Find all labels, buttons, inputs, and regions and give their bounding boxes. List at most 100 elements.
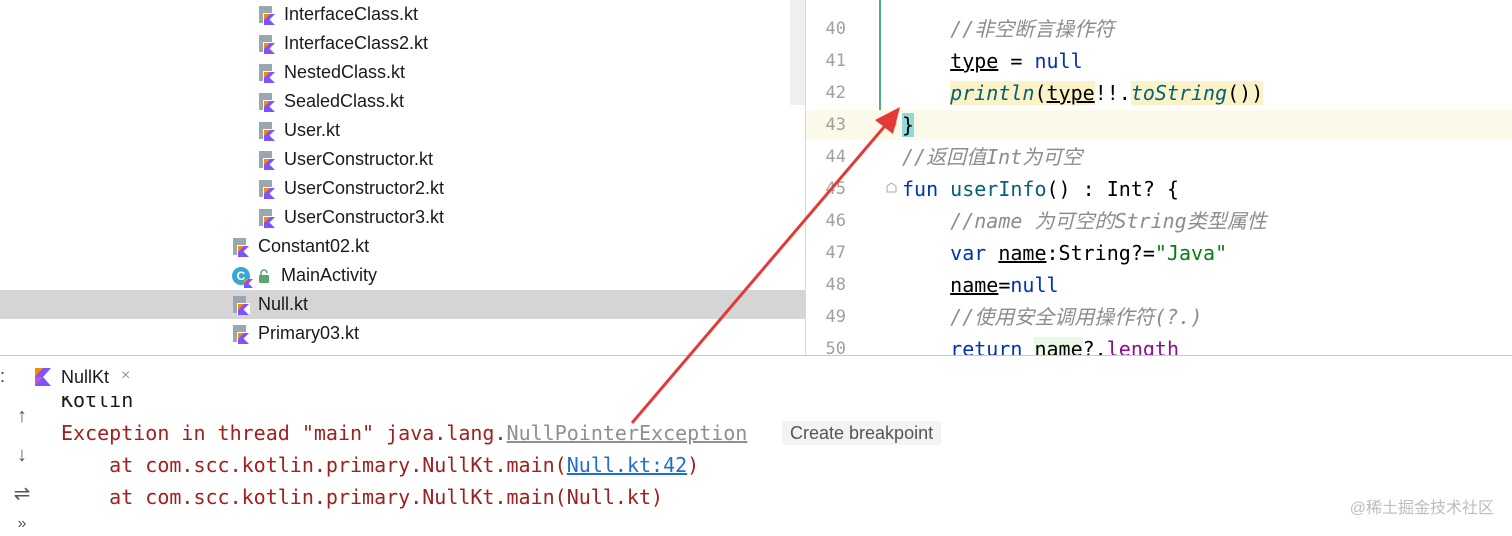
- console-line-exception: Exception in thread "main" java.lang.Nul…: [61, 417, 747, 449]
- fold-start-icon[interactable]: [886, 182, 897, 193]
- code-brace: }: [902, 113, 915, 137]
- console-text: at com.scc.kotlin.primary.NullKt.main(: [61, 453, 567, 477]
- code-line-47: var name:String?="Java": [902, 237, 1227, 269]
- tree-item-user[interactable]: User.kt: [0, 116, 805, 145]
- tree-item-label: MainActivity: [281, 265, 378, 285]
- code-keyword: null: [1010, 273, 1059, 297]
- tree-item-userconstructor3[interactable]: UserConstructor3.kt: [0, 203, 805, 232]
- tree-item-userconstructor[interactable]: UserConstructor.kt: [0, 145, 805, 174]
- code-line-42: println(type!!.toString()): [902, 77, 1264, 109]
- project-tree: InterfaceClass.kt InterfaceClass2.kt Nes…: [0, 0, 805, 356]
- arrow-down-icon[interactable]: ↓: [10, 443, 34, 467]
- code-keyword: fun: [902, 177, 939, 201]
- console-text: ): [687, 453, 700, 477]
- code-property: length: [1106, 337, 1179, 356]
- console-text: Exception in thread "main" java.lang.: [61, 421, 507, 445]
- code-operator: ?.: [1082, 337, 1107, 356]
- tree-item-label: UserConstructor.kt: [284, 149, 434, 169]
- line-number: 46: [825, 211, 846, 231]
- code-line-43: }: [902, 109, 915, 141]
- console-line-stack: at com.scc.kotlin.primary.NullKt.main(Nu…: [61, 485, 664, 509]
- code-line-40: //非空断言操作符: [902, 13, 1114, 45]
- tree-item-userconstructor2[interactable]: UserConstructor2.kt: [0, 174, 805, 203]
- code-line-49: //使用安全调用操作符(?.): [902, 301, 1202, 333]
- code-function: toString: [1130, 81, 1228, 105]
- tree-item-primary03[interactable]: Primary03.kt: [0, 319, 805, 348]
- kotlin-file-icon: [233, 296, 250, 315]
- tree-item-nestedclass[interactable]: NestedClass.kt: [0, 58, 805, 87]
- code-line-46: //name 为可空的String类型属性: [902, 205, 1267, 237]
- tree-item-label: Primary03.kt: [258, 323, 360, 343]
- code-identifier: type: [950, 49, 999, 73]
- code-comment: //name 为可空的String类型属性: [950, 209, 1267, 233]
- exception-link[interactable]: NullPointerException: [507, 421, 748, 445]
- kotlin-file-icon: [259, 93, 276, 112]
- editor-gutter[interactable]: 40 41 42 43 44 45 46 47 48 49 50: [806, 0, 897, 356]
- run-tab-label: NullKt: [61, 367, 110, 387]
- tree-item-interfaceclass[interactable]: InterfaceClass.kt: [0, 0, 805, 29]
- more-icon[interactable]: »: [10, 512, 34, 536]
- fold-end-icon[interactable]: [886, 118, 897, 129]
- kotlin-file-icon: [233, 325, 250, 344]
- code-operator: =: [998, 49, 1035, 73]
- tree-item-label: Constant02.kt: [258, 236, 370, 256]
- kotlin-file-icon: [259, 64, 276, 83]
- tree-item-label: User.kt: [284, 120, 341, 140]
- run-tab-nullkt[interactable]: NullKt ×: [26, 360, 146, 394]
- tree-item-label: UserConstructor2.kt: [284, 178, 445, 198]
- tree-item-sealedclass[interactable]: SealedClass.kt: [0, 87, 805, 116]
- tree-item-null[interactable]: Null.kt: [0, 290, 805, 319]
- code-comment: //非空断言操作符: [950, 17, 1115, 41]
- tree-item-constant02[interactable]: Constant02.kt: [0, 232, 805, 261]
- tree-item-label: NestedClass.kt: [284, 62, 406, 82]
- code-paren: ()): [1227, 81, 1264, 105]
- code-keyword: var: [950, 241, 987, 265]
- tree-item-label: UserConstructor3.kt: [284, 207, 445, 227]
- code-function: userInfo: [938, 177, 1047, 201]
- line-number: 43: [825, 115, 846, 135]
- line-number: 41: [825, 51, 846, 71]
- line-number: 44: [825, 147, 846, 167]
- code-function: println: [950, 81, 1035, 105]
- tree-scrollbar-track[interactable]: [790, 0, 805, 105]
- line-number: 47: [825, 243, 846, 263]
- code-paren: (: [1034, 81, 1047, 105]
- code-type: :String?=: [1046, 241, 1155, 265]
- source-link[interactable]: Null.kt:42: [567, 453, 687, 477]
- close-icon[interactable]: ×: [121, 367, 130, 385]
- console-output[interactable]: Kotlin Exception in thread "main" java.l…: [44, 396, 1512, 528]
- code-editor[interactable]: 40 41 42 43 44 45 46 47 48 49 50 //非空断言操…: [806, 0, 1512, 356]
- tree-item-label: Null.kt: [258, 294, 309, 314]
- lock-icon: [259, 269, 269, 283]
- code-keyword: null: [1034, 49, 1083, 73]
- create-breakpoint-button[interactable]: Create breakpoint: [782, 421, 942, 445]
- console-line: Kotlin: [61, 396, 134, 412]
- code-line-48: name=null: [902, 269, 1059, 301]
- line-number: 48: [825, 275, 846, 295]
- kotlin-file-icon: [259, 122, 276, 141]
- line-number: 45: [825, 179, 846, 199]
- run-toolbar: ↑ ↓ ⇌ »: [0, 396, 44, 532]
- tree-item-interfaceclass2[interactable]: InterfaceClass2.kt: [0, 29, 805, 58]
- line-number: 40: [825, 19, 846, 39]
- code-comment: //返回值Int为可空: [902, 145, 1083, 169]
- code-identifier: name: [950, 273, 999, 297]
- tree-item-mainactivity[interactable]: C MainActivity: [0, 261, 805, 290]
- line-number: 49: [825, 307, 846, 327]
- kotlin-class-icon: C: [232, 267, 253, 288]
- kotlin-file-icon: [259, 35, 276, 54]
- code-signature: () : Int? {: [1046, 177, 1179, 201]
- code-line-41: type = null: [902, 45, 1083, 77]
- watermark: @稀土掘金技术社区: [1349, 500, 1494, 517]
- kotlin-file-icon: [259, 209, 276, 228]
- line-number: 50: [825, 339, 846, 356]
- code-keyword: return: [950, 337, 1023, 356]
- vcs-change-marker[interactable]: [879, 0, 881, 110]
- kotlin-file-icon: [259, 6, 276, 25]
- soft-wrap-icon[interactable]: ⇌: [10, 482, 34, 506]
- code-operator: !!.: [1094, 81, 1131, 105]
- arrow-up-icon[interactable]: ↑: [10, 404, 34, 428]
- tree-item-label: SealedClass.kt: [284, 91, 405, 111]
- run-panel-prefix: :: [0, 366, 6, 386]
- code-line-45: fun userInfo() : Int? {: [902, 173, 1179, 205]
